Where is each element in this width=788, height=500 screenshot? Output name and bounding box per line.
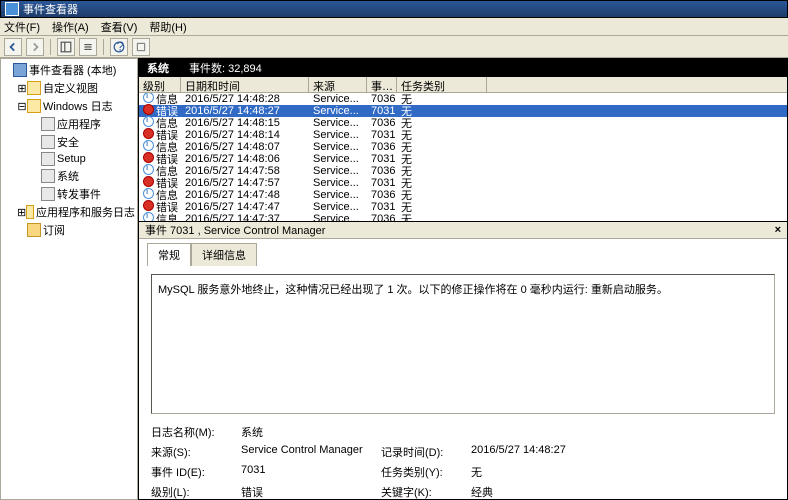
col-source[interactable]: 来源 <box>309 77 367 92</box>
tab-details[interactable]: 详细信息 <box>191 243 257 266</box>
panel-icon <box>60 41 72 53</box>
detail-title: 事件 7031 , Service Control Manager <box>145 222 325 238</box>
menu-help[interactable]: 帮助(H) <box>149 19 186 35</box>
log-name: 系统 <box>147 60 169 76</box>
tree-system[interactable]: 系统 <box>3 167 135 185</box>
log-icon <box>41 117 55 131</box>
info-icon <box>143 212 154 221</box>
forward-button[interactable] <box>26 38 44 56</box>
prop-eventid-label: 事件 ID(E): <box>151 464 241 480</box>
log-icon <box>41 169 55 183</box>
menu-action[interactable]: 操作(A) <box>52 19 89 35</box>
back-button[interactable] <box>4 38 22 56</box>
tree-forwarded[interactable]: 转发事件 <box>3 185 135 203</box>
toolbar-separator <box>103 39 104 55</box>
content-header: 系统 事件数: 32,894 <box>139 59 787 77</box>
prop-source-value: Service Control Manager <box>241 444 381 460</box>
grid-header: 级别 日期和时间 来源 事… 任务类别 <box>139 77 787 93</box>
detail-body: MySQL 服务意外地终止，这种情况已经出现了 1 次。以下的修正操作将在 0 … <box>139 266 787 499</box>
prop-keywords-label: 关键字(K): <box>381 484 471 499</box>
error-icon <box>143 128 154 139</box>
col-eventid[interactable]: 事… <box>367 77 397 92</box>
arrow-left-icon <box>7 41 19 53</box>
window-title: 事件查看器 <box>23 1 78 17</box>
prop-category-label: 任务类别(Y): <box>381 464 471 480</box>
show-hide-button[interactable] <box>57 38 75 56</box>
menu-file[interactable]: 文件(F) <box>4 19 40 35</box>
export-icon <box>135 41 147 53</box>
event-row[interactable]: 信息2016/5/27 14:47:37Service...7036无 <box>139 213 787 221</box>
col-category[interactable]: 任务类别 <box>397 77 487 92</box>
prop-logname-value: 系统 <box>241 424 381 440</box>
tab-general[interactable]: 常规 <box>147 243 191 266</box>
prop-logname-label: 日志名称(M): <box>151 424 241 440</box>
app-icon <box>5 2 19 16</box>
error-icon <box>143 200 154 211</box>
tree-custom-views[interactable]: ⊞自定义视图 <box>3 79 135 97</box>
tree-root[interactable]: 事件查看器 (本地) <box>3 61 135 79</box>
toolbar-separator <box>50 39 51 55</box>
folder-icon <box>27 99 41 113</box>
prop-source-label: 来源(S): <box>151 444 241 460</box>
help-icon: ? <box>113 41 125 53</box>
tree-windows-logs[interactable]: ⊟Windows 日志 <box>3 97 135 115</box>
nav-tree: 事件查看器 (本地) ⊞自定义视图 ⊟Windows 日志 应用程序 安全 Se… <box>0 58 138 500</box>
info-icon <box>143 116 154 127</box>
menu-view[interactable]: 查看(V) <box>101 19 138 35</box>
prop-keywords-value: 经典 <box>471 484 611 499</box>
expand-icon[interactable]: ⊞ <box>17 82 27 95</box>
error-icon <box>143 104 154 115</box>
folder-icon <box>26 205 34 219</box>
col-level[interactable]: 级别 <box>139 77 181 92</box>
list-icon <box>82 41 94 53</box>
prop-logged-value: 2016/5/27 14:48:27 <box>471 444 611 460</box>
log-icon <box>41 135 55 149</box>
properties-button[interactable] <box>79 38 97 56</box>
info-icon <box>143 188 154 199</box>
prop-eventid-value: 7031 <box>241 464 381 480</box>
log-icon <box>41 187 55 201</box>
error-icon <box>143 176 154 187</box>
log-icon <box>41 152 55 166</box>
info-icon <box>143 140 154 151</box>
info-icon <box>143 93 154 103</box>
tree-security[interactable]: 安全 <box>3 133 135 151</box>
event-properties: 日志名称(M): 系统 来源(S): Service Control Manag… <box>151 424 775 499</box>
event-grid[interactable]: 信息2016/5/27 14:48:28Service...7036无错误201… <box>139 93 787 221</box>
subscription-icon <box>27 223 41 237</box>
help-button[interactable]: ? <box>110 38 128 56</box>
prop-logged-label: 记录时间(D): <box>381 444 471 460</box>
menubar: 文件(F) 操作(A) 查看(V) 帮助(H) <box>0 18 788 36</box>
info-icon <box>143 164 154 175</box>
event-count: 32,894 <box>228 63 262 75</box>
error-icon <box>143 152 154 163</box>
tree-subscriptions[interactable]: 订阅 <box>3 221 135 239</box>
prop-category-value: 无 <box>471 464 611 480</box>
expand-icon[interactable]: ⊞ <box>17 206 26 219</box>
event-message: MySQL 服务意外地终止，这种情况已经出现了 1 次。以下的修正操作将在 0 … <box>151 274 775 414</box>
tree-application[interactable]: 应用程序 <box>3 115 135 133</box>
close-icon[interactable]: × <box>775 224 781 236</box>
tree-app-services[interactable]: ⊞应用程序和服务日志 <box>3 203 135 221</box>
window-titlebar: 事件查看器 <box>0 0 788 18</box>
toolbar: ? <box>0 36 788 58</box>
arrow-right-icon <box>29 41 41 53</box>
prop-level-value: 错误 <box>241 484 381 499</box>
svg-text:?: ? <box>117 41 124 53</box>
folder-icon <box>27 81 41 95</box>
prop-level-label: 级别(L): <box>151 484 241 499</box>
detail-tabs: 常规 详细信息 <box>139 239 787 266</box>
tree-setup[interactable]: Setup <box>3 151 135 167</box>
col-datetime[interactable]: 日期和时间 <box>181 77 309 92</box>
detail-header: 事件 7031 , Service Control Manager × <box>139 221 787 239</box>
export-button[interactable] <box>132 38 150 56</box>
collapse-icon[interactable]: ⊟ <box>17 100 27 113</box>
eventviewer-icon <box>13 63 27 77</box>
